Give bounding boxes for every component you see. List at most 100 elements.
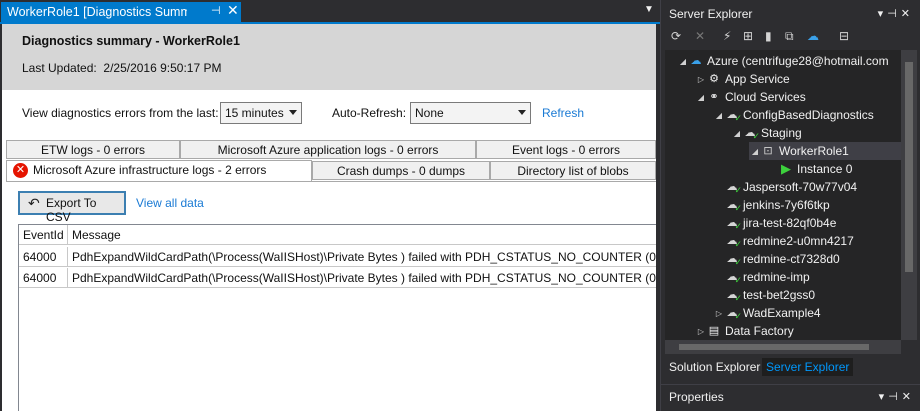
tree-vertical-scrollbar[interactable]: [901, 50, 917, 340]
logs-grid[interactable]: EventId Message 64000 PdhExpandWildCardP…: [18, 224, 656, 411]
expanded-icon[interactable]: ◢: [731, 129, 743, 138]
tree-node-staging[interactable]: ◢ ☁ Staging: [731, 124, 802, 143]
last-updated-label: Last Updated:: [22, 61, 97, 75]
cell-eventid: 64000: [19, 268, 68, 288]
tree-node-label: Staging: [761, 126, 802, 140]
expanded-icon[interactable]: ◢: [677, 57, 689, 66]
tree-node-data-factory[interactable]: ▷ ▤ Data Factory: [695, 322, 794, 340]
autorefresh-select[interactable]: None: [410, 102, 531, 124]
window-menu-icon[interactable]: ▾: [879, 391, 889, 403]
tree-node-workerrole1[interactable]: ◢ ⊡ WorkerRole1: [749, 142, 901, 160]
tree-node-jenkins[interactable]: ☁ jenkins-7y6f6tkp: [725, 196, 830, 215]
infrastructure-logs-content: ↶ Export To CSV View all data EventId Me…: [6, 181, 656, 411]
cloud-service-icon: ☁: [725, 180, 743, 197]
close-icon[interactable]: ✕: [902, 391, 915, 403]
close-icon[interactable]: ✕: [227, 2, 239, 19]
tree-node-label: redmine2-u0mn4217: [743, 234, 854, 248]
properties-window-buttons: ▾⊣✕: [879, 390, 915, 403]
filter-row: View diagnostics errors from the last: 1…: [2, 102, 656, 126]
tree-node-redmine-ct[interactable]: ☁ redmine-ct7328d0: [725, 250, 840, 269]
close-icon[interactable]: ✕: [901, 8, 914, 20]
properties-title-bar: Properties ▾⊣✕: [661, 384, 920, 411]
expanded-icon[interactable]: ◢: [749, 147, 761, 156]
table-row[interactable]: 64000 PdhExpandWildCardPath(\Process(WaI…: [19, 247, 656, 267]
tab-azure-application-logs[interactable]: Microsoft Azure application logs - 0 err…: [180, 140, 476, 159]
autorefresh-label: Auto-Refresh:: [332, 106, 407, 120]
tree-node-jira-test[interactable]: ☁ jira-test-82qf0b4e: [725, 214, 837, 233]
app-service-icon: ⚙: [709, 73, 719, 85]
window-menu-icon[interactable]: ▾: [878, 8, 888, 20]
errors-from-select[interactable]: 15 minutes: [220, 102, 302, 124]
tool-window-area: Server Explorer ▾⊣✕ ⟳ ✕ ⚡ ⊞ ▮ ⧉ ☁ ⊟ ◢ ☁ …: [660, 0, 920, 411]
tree-node-jaspersoft[interactable]: ☁ Jaspersoft-70w77v04: [725, 178, 858, 197]
table-row[interactable]: 64000 PdhExpandWildCardPath(\Process(WaI…: [19, 268, 656, 288]
tree-node-wadexample4[interactable]: ▷ ☁ WadExample4: [713, 304, 821, 323]
tab-solution-explorer[interactable]: Solution Explorer: [665, 358, 764, 376]
tree-node-configbaseddiagnostics[interactable]: ◢ ☁ ConfigBasedDiagnostics: [713, 106, 874, 125]
tree-node-label: Instance 0: [797, 162, 853, 176]
tab-crash-dumps[interactable]: Crash dumps - 0 dumps: [312, 161, 490, 180]
stop-icon[interactable]: ✕: [695, 29, 705, 43]
pin-icon[interactable]: ⊣: [888, 391, 902, 403]
server-explorer-title: Server Explorer: [669, 7, 753, 21]
tree-node-label: App Service: [725, 72, 790, 86]
cloud-service-icon: ☁: [725, 306, 743, 323]
tree-node-label: WorkerRole1: [779, 144, 849, 158]
errors-from-label: View diagnostics errors from the last:: [22, 106, 219, 120]
connect-database-icon[interactable]: ⚡: [723, 29, 731, 43]
export-to-csv-button[interactable]: ↶ Export To CSV: [18, 191, 126, 224]
tree-node-test-bet[interactable]: ☁ test-bet2gss0: [725, 286, 816, 305]
tree-node-label: redmine-imp: [743, 270, 810, 284]
tree-node-instance-0[interactable]: ▶ Instance 0: [779, 160, 852, 178]
filter-icon[interactable]: ⧉: [785, 29, 794, 44]
tab-event-logs[interactable]: Event logs - 0 errors: [476, 140, 656, 159]
column-header-message[interactable]: Message: [68, 225, 656, 245]
connect-server-icon[interactable]: ⊞: [743, 29, 753, 43]
tab-azure-infrastructure-logs[interactable]: ✕ Microsoft Azure infrastructure logs - …: [6, 160, 312, 181]
pin-icon[interactable]: ⊣: [211, 4, 221, 17]
refresh-link[interactable]: Refresh: [542, 106, 584, 120]
data-factory-icon: ▤: [708, 325, 720, 337]
collapsed-icon[interactable]: ▷: [695, 75, 707, 84]
tool-window-tabs: Solution Explorer Server Explorer: [661, 356, 920, 378]
collapsed-icon[interactable]: ▷: [713, 309, 725, 318]
scrollbar-thumb[interactable]: [905, 62, 913, 272]
sharepoint-icon[interactable]: ▮: [765, 29, 772, 43]
tree-node-label: jenkins-7y6f6tkp: [743, 198, 830, 212]
tree-node-label: ConfigBasedDiagnostics: [743, 108, 874, 122]
tab-etw-logs[interactable]: ETW logs - 0 errors: [6, 140, 180, 159]
tree-node-redmine-imp[interactable]: ☁ redmine-imp: [725, 268, 810, 287]
tab-directory-list-of-blobs[interactable]: Directory list of blobs: [490, 161, 656, 180]
running-instance-icon: ▶: [781, 161, 791, 176]
tab-server-explorer[interactable]: Server Explorer: [762, 358, 854, 376]
document-tabstrip: WorkerRole1 [Diagnostics Summ ⊣ ✕ ▼: [0, 0, 660, 22]
deployment-icon: ☁: [743, 126, 761, 143]
cloud-services-icon: ⚭: [709, 91, 719, 103]
summary-header: Diagnostics summary - WorkerRole1 Last U…: [2, 24, 656, 90]
pin-icon[interactable]: ⊣: [887, 8, 901, 20]
refresh-icon[interactable]: ⟳: [671, 29, 681, 43]
tree-node-app-service[interactable]: ▷ ⚙ App Service: [695, 70, 790, 88]
tree-node-azure[interactable]: ◢ ☁ Azure (centrifuge28@hotmail.com: [677, 52, 889, 70]
azure-connect-icon[interactable]: ☁: [807, 29, 819, 43]
scrollbar-thumb[interactable]: [679, 344, 869, 350]
tree-node-label: Azure (centrifuge28@hotmail.com: [707, 54, 889, 68]
tree-node-redmine2[interactable]: ☁ redmine2-u0mn4217: [725, 232, 854, 251]
column-header-eventid[interactable]: EventId: [19, 225, 68, 245]
tree-horizontal-scrollbar[interactable]: [665, 340, 901, 354]
tree-node-label: WadExample4: [743, 306, 821, 320]
tree-node-cloud-services[interactable]: ◢ ⚭ Cloud Services: [695, 88, 806, 106]
document-tab-diagnostics[interactable]: WorkerRole1 [Diagnostics Summ ⊣ ✕: [1, 2, 241, 22]
collapsed-icon[interactable]: ▷: [695, 327, 707, 336]
properties-icon[interactable]: ⊟: [839, 29, 849, 43]
server-explorer-tree[interactable]: ◢ ☁ Azure (centrifuge28@hotmail.com ▷ ⚙ …: [665, 50, 901, 340]
tab-dropdown-icon[interactable]: ▼: [644, 4, 654, 15]
page-title: Diagnostics summary - WorkerRole1: [22, 34, 240, 48]
view-all-data-link[interactable]: View all data: [136, 196, 204, 210]
cloud-service-icon: ☁: [725, 216, 743, 233]
tree-node-label: test-bet2gss0: [743, 288, 816, 302]
expanded-icon[interactable]: ◢: [695, 93, 707, 102]
expanded-icon[interactable]: ◢: [713, 111, 725, 120]
cell-message: PdhExpandWildCardPath(\Process(WaIISHost…: [72, 250, 656, 264]
diagnostics-summary-panel: Diagnostics summary - WorkerRole1 Last U…: [2, 24, 656, 411]
